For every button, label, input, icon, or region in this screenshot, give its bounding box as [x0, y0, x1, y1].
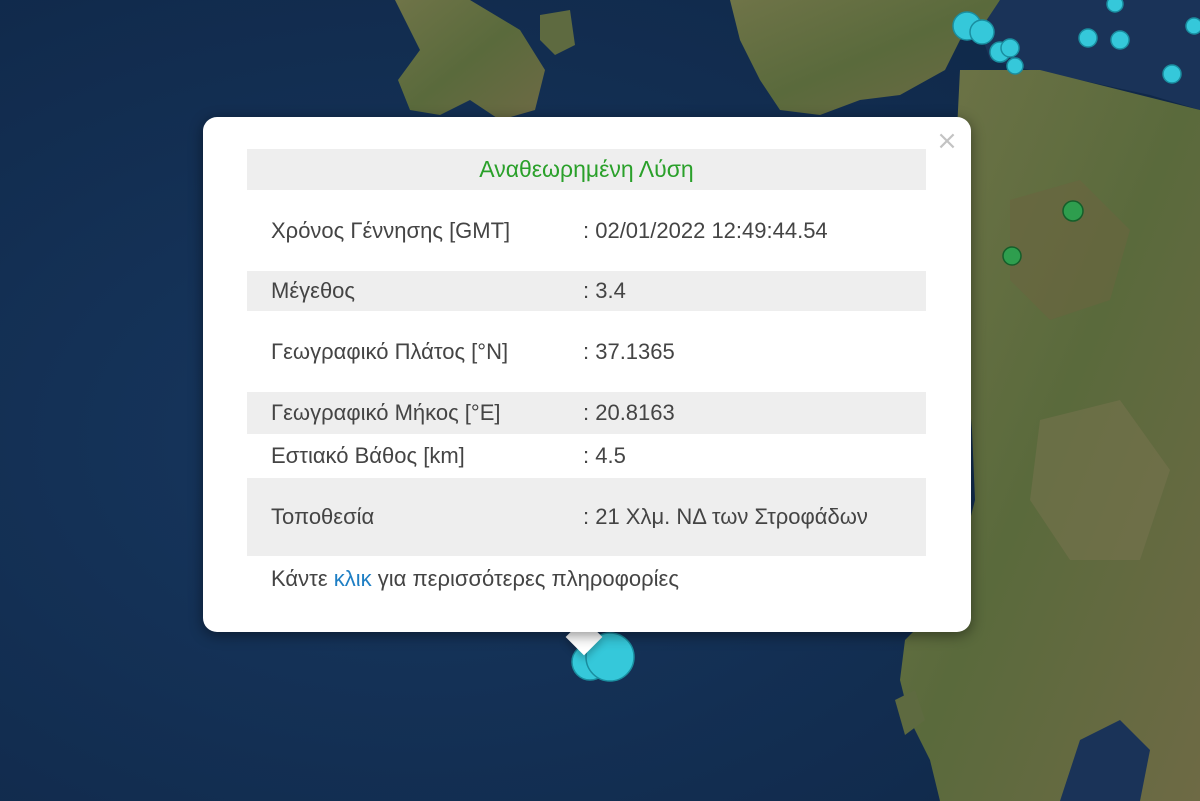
- more-info-link[interactable]: κλικ: [334, 566, 372, 591]
- more-info-line: Κάντε κλικ για περισσότερες πληροφορίες: [247, 562, 926, 596]
- origin-time-label: Χρόνος Γέννησης [GMT]: [271, 217, 511, 243]
- earthquake-marker[interactable]: [1110, 30, 1130, 50]
- more-info-prefix: Κάντε: [271, 566, 328, 591]
- longitude-value: : 20.8163: [583, 400, 675, 425]
- earthquake-marker[interactable]: [1162, 64, 1182, 84]
- earthquake-marker[interactable]: [1185, 17, 1200, 35]
- earthquake-marker[interactable]: [1002, 246, 1022, 266]
- earthquake-marker[interactable]: [969, 19, 995, 45]
- row-magnitude: Μέγεθος : 3.4: [247, 271, 926, 311]
- depth-label: Εστιακό Βάθος [km]: [271, 443, 465, 468]
- row-latitude: Γεωγραφικό Πλάτος [°N] : 37.1365: [247, 311, 926, 392]
- earthquake-marker[interactable]: [1106, 0, 1124, 13]
- earthquake-marker[interactable]: [1078, 28, 1098, 48]
- location-value: : 21 Χλμ. ΝΔ των Στροφάδων: [583, 504, 868, 529]
- earthquake-marker[interactable]: [1062, 200, 1084, 222]
- latitude-label: Γεωγραφικό Πλάτος [°N]: [271, 338, 509, 364]
- magnitude-value: : 3.4: [583, 278, 626, 303]
- location-label: Τοποθεσία: [271, 504, 375, 529]
- origin-time-value: : 02/01/2022 12:49:44.54: [583, 217, 828, 243]
- row-location: Τοποθεσία : 21 Χλμ. ΝΔ των Στροφάδων: [247, 478, 926, 556]
- info-table: Αναθεωρημένη Λύση Χρόνος Γέννησης [GMT] …: [247, 149, 926, 596]
- popup-title: Αναθεωρημένη Λύση: [247, 149, 926, 190]
- close-button[interactable]: ×: [935, 127, 959, 155]
- more-info-suffix: για περισσότερες πληροφορίες: [377, 566, 679, 591]
- row-depth: Εστιακό Βάθος [km] : 4.5: [247, 434, 926, 478]
- row-origin-time: Χρόνος Γέννησης [GMT] : 02/01/2022 12:49…: [247, 190, 926, 271]
- depth-value: : 4.5: [583, 443, 626, 468]
- earthquake-marker[interactable]: [1006, 57, 1024, 75]
- latitude-value: : 37.1365: [583, 338, 675, 364]
- longitude-label: Γεωγραφικό Μήκος [°E]: [271, 400, 501, 425]
- earthquake-info-popup: × Αναθεωρημένη Λύση Χρόνος Γέννησης [GMT…: [203, 117, 971, 632]
- magnitude-label: Μέγεθος: [271, 278, 356, 303]
- row-longitude: Γεωγραφικό Μήκος [°E] : 20.8163: [247, 392, 926, 434]
- earthquake-marker[interactable]: [1000, 38, 1020, 58]
